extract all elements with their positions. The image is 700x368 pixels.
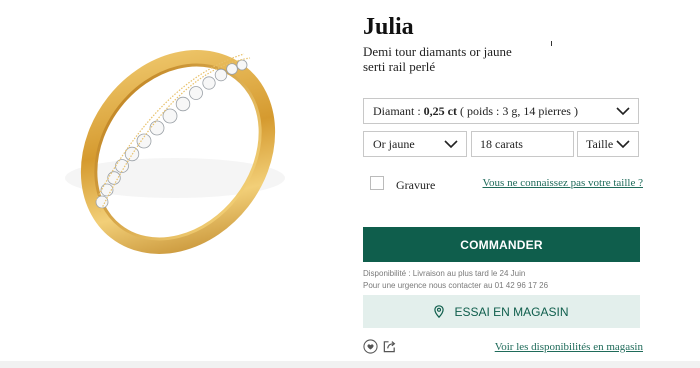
- engraving-label: Gravure: [396, 178, 436, 192]
- diamond-select[interactable]: Diamant : 0,25 ct ( poids : 3 g, 14 pier…: [363, 98, 639, 124]
- carat-field-value: 18 carats: [480, 136, 523, 151]
- size-guide-link[interactable]: Vous ne connaissez pas votre taille ?: [483, 177, 643, 189]
- store-availability-link[interactable]: Voir les disponibilités en magasin: [495, 341, 643, 353]
- chevron-down-icon: [616, 140, 630, 149]
- carat-field[interactable]: 18 carats: [471, 131, 574, 157]
- product-title: Julia: [363, 14, 414, 40]
- availability-delivery: Disponibilité : Livraison au plus tard l…: [363, 269, 526, 278]
- chevron-down-icon: [444, 140, 458, 149]
- heart-icon[interactable]: [363, 339, 378, 354]
- engraving-checkbox[interactable]: [370, 176, 384, 190]
- order-button[interactable]: COMMANDER: [363, 227, 640, 262]
- location-pin-icon: [434, 305, 445, 318]
- metal-select[interactable]: Or jaune: [363, 131, 467, 157]
- size-select[interactable]: Taille: [577, 131, 639, 157]
- availability-info: Disponibilité : Livraison au plus tard l…: [363, 268, 548, 292]
- ring-image: [65, 50, 285, 254]
- diamond-select-details: ( poids : 3 g, 14 pierres ): [459, 103, 578, 118]
- diamond-select-label: Diamant :: [373, 103, 421, 118]
- text-cursor: [551, 41, 552, 46]
- diamond-select-value: 0,25 ct: [423, 103, 457, 118]
- availability-contact: Pour une urgence nous contacter au 01 42…: [363, 281, 549, 290]
- product-panel: Julia Demi tour diamants or jaune serti …: [363, 0, 643, 368]
- product-subtitle: Demi tour diamants or jaune serti rail p…: [363, 44, 512, 74]
- store-trial-button[interactable]: ESSAI EN MAGASIN: [363, 295, 640, 328]
- page-footer-strip: [0, 361, 700, 368]
- size-select-value: Taille: [586, 136, 614, 151]
- store-trial-label: ESSAI EN MAGASIN: [454, 304, 569, 319]
- product-image[interactable]: [0, 0, 350, 360]
- chevron-down-icon: [616, 107, 630, 116]
- share-icon[interactable]: [382, 339, 397, 354]
- metal-select-value: Or jaune: [373, 136, 415, 151]
